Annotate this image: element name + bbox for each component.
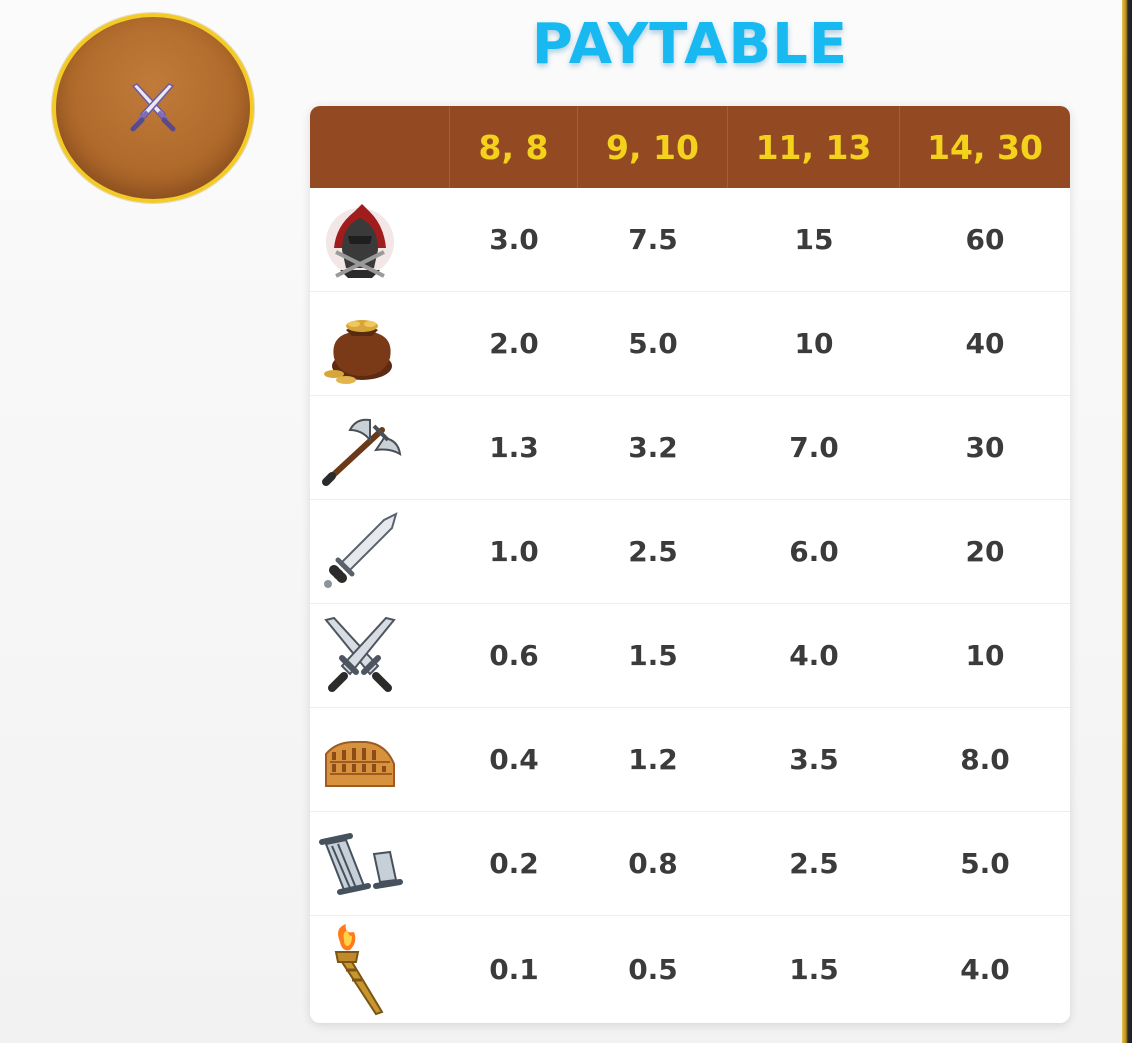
payout-cell: 1.2 — [628, 743, 678, 776]
paytable-header: 8, 8 9, 10 11, 13 14, 30 — [310, 106, 1070, 188]
payout-cell: 1.0 — [489, 535, 539, 568]
payout-cell: 8.0 — [960, 743, 1010, 776]
header-range-3: 11, 13 — [728, 106, 900, 188]
symbol-cell — [310, 292, 450, 395]
table-row: 0.2 0.8 2.5 5.0 — [310, 812, 1070, 916]
payout-cell: 7.5 — [628, 223, 678, 256]
payout-cell: 5.0 — [960, 847, 1010, 880]
table-row: 1.0 2.5 6.0 20 — [310, 500, 1070, 604]
payout-cell: 4.0 — [789, 639, 839, 672]
crossed-swords-icon — [324, 616, 396, 692]
payout-cell: 60 — [965, 223, 1005, 256]
payout-cell: 10 — [794, 327, 834, 360]
page-title: PAYTABLE — [531, 12, 849, 77]
symbol-cell — [310, 812, 450, 915]
payout-cell: 0.5 — [628, 953, 678, 986]
payout-cell: 4.0 — [960, 953, 1010, 986]
table-row: 0.4 1.2 3.5 8.0 — [310, 708, 1070, 812]
symbol-cell — [310, 708, 450, 811]
payout-cell: 15 — [794, 223, 834, 256]
header-range-2: 9, 10 — [578, 106, 728, 188]
torch-icon — [334, 923, 384, 1015]
payout-cell: 20 — [965, 535, 1005, 568]
payout-cell: 30 — [965, 431, 1005, 464]
payout-cell: 1.5 — [628, 639, 678, 672]
payout-cell: 3.2 — [628, 431, 678, 464]
payout-cell: 1.3 — [489, 431, 539, 464]
table-row: 0.6 1.5 4.0 10 — [310, 604, 1070, 708]
colosseum-icon — [325, 740, 395, 787]
payout-cell: 6.0 — [789, 535, 839, 568]
right-edge-frame — [1122, 0, 1132, 1043]
payout-cell: 5.0 — [628, 327, 678, 360]
payout-cell: 2.5 — [628, 535, 678, 568]
broken-columns-icon — [319, 832, 403, 895]
header-range-1: 8, 8 — [450, 106, 578, 188]
payout-cell: 7.0 — [789, 431, 839, 464]
table-row: 2.0 5.0 10 40 — [310, 292, 1070, 396]
gold-coin-bag-icon — [324, 319, 392, 384]
crossed-swords-icon — [130, 83, 176, 132]
swords-toggle-button[interactable] — [52, 13, 254, 203]
payout-cell: 3.0 — [489, 223, 539, 256]
symbol-cell — [310, 916, 450, 1023]
payout-cell: 40 — [965, 327, 1005, 360]
payout-cell: 3.5 — [789, 743, 839, 776]
gladiator-helmet-icon — [326, 203, 394, 278]
symbol-cell — [310, 188, 450, 291]
symbol-cell — [310, 396, 450, 499]
payout-cell: 0.4 — [489, 743, 539, 776]
header-symbol-col — [310, 106, 450, 188]
battle-axe-icon — [322, 418, 402, 486]
header-range-4: 14, 30 — [927, 127, 1043, 167]
payout-cell: 0.2 — [489, 847, 539, 880]
table-row: 0.1 0.5 1.5 4.0 — [310, 916, 1070, 1023]
payout-cell: 0.6 — [489, 639, 539, 672]
payout-cell: 1.5 — [789, 953, 839, 986]
payout-cell: 2.0 — [489, 327, 539, 360]
paytable: 8, 8 9, 10 11, 13 14, 30 3.0 7.5 15 60 2… — [310, 106, 1070, 1023]
payout-cell: 0.1 — [489, 953, 539, 986]
sword-icon — [324, 511, 398, 588]
table-row: 3.0 7.5 15 60 — [310, 188, 1070, 292]
payout-cell: 2.5 — [789, 847, 839, 880]
symbol-cell — [310, 500, 450, 603]
payout-cell: 10 — [965, 639, 1005, 672]
table-row: 1.3 3.2 7.0 30 — [310, 396, 1070, 500]
symbol-cell — [310, 604, 450, 707]
payout-cell: 0.8 — [628, 847, 678, 880]
